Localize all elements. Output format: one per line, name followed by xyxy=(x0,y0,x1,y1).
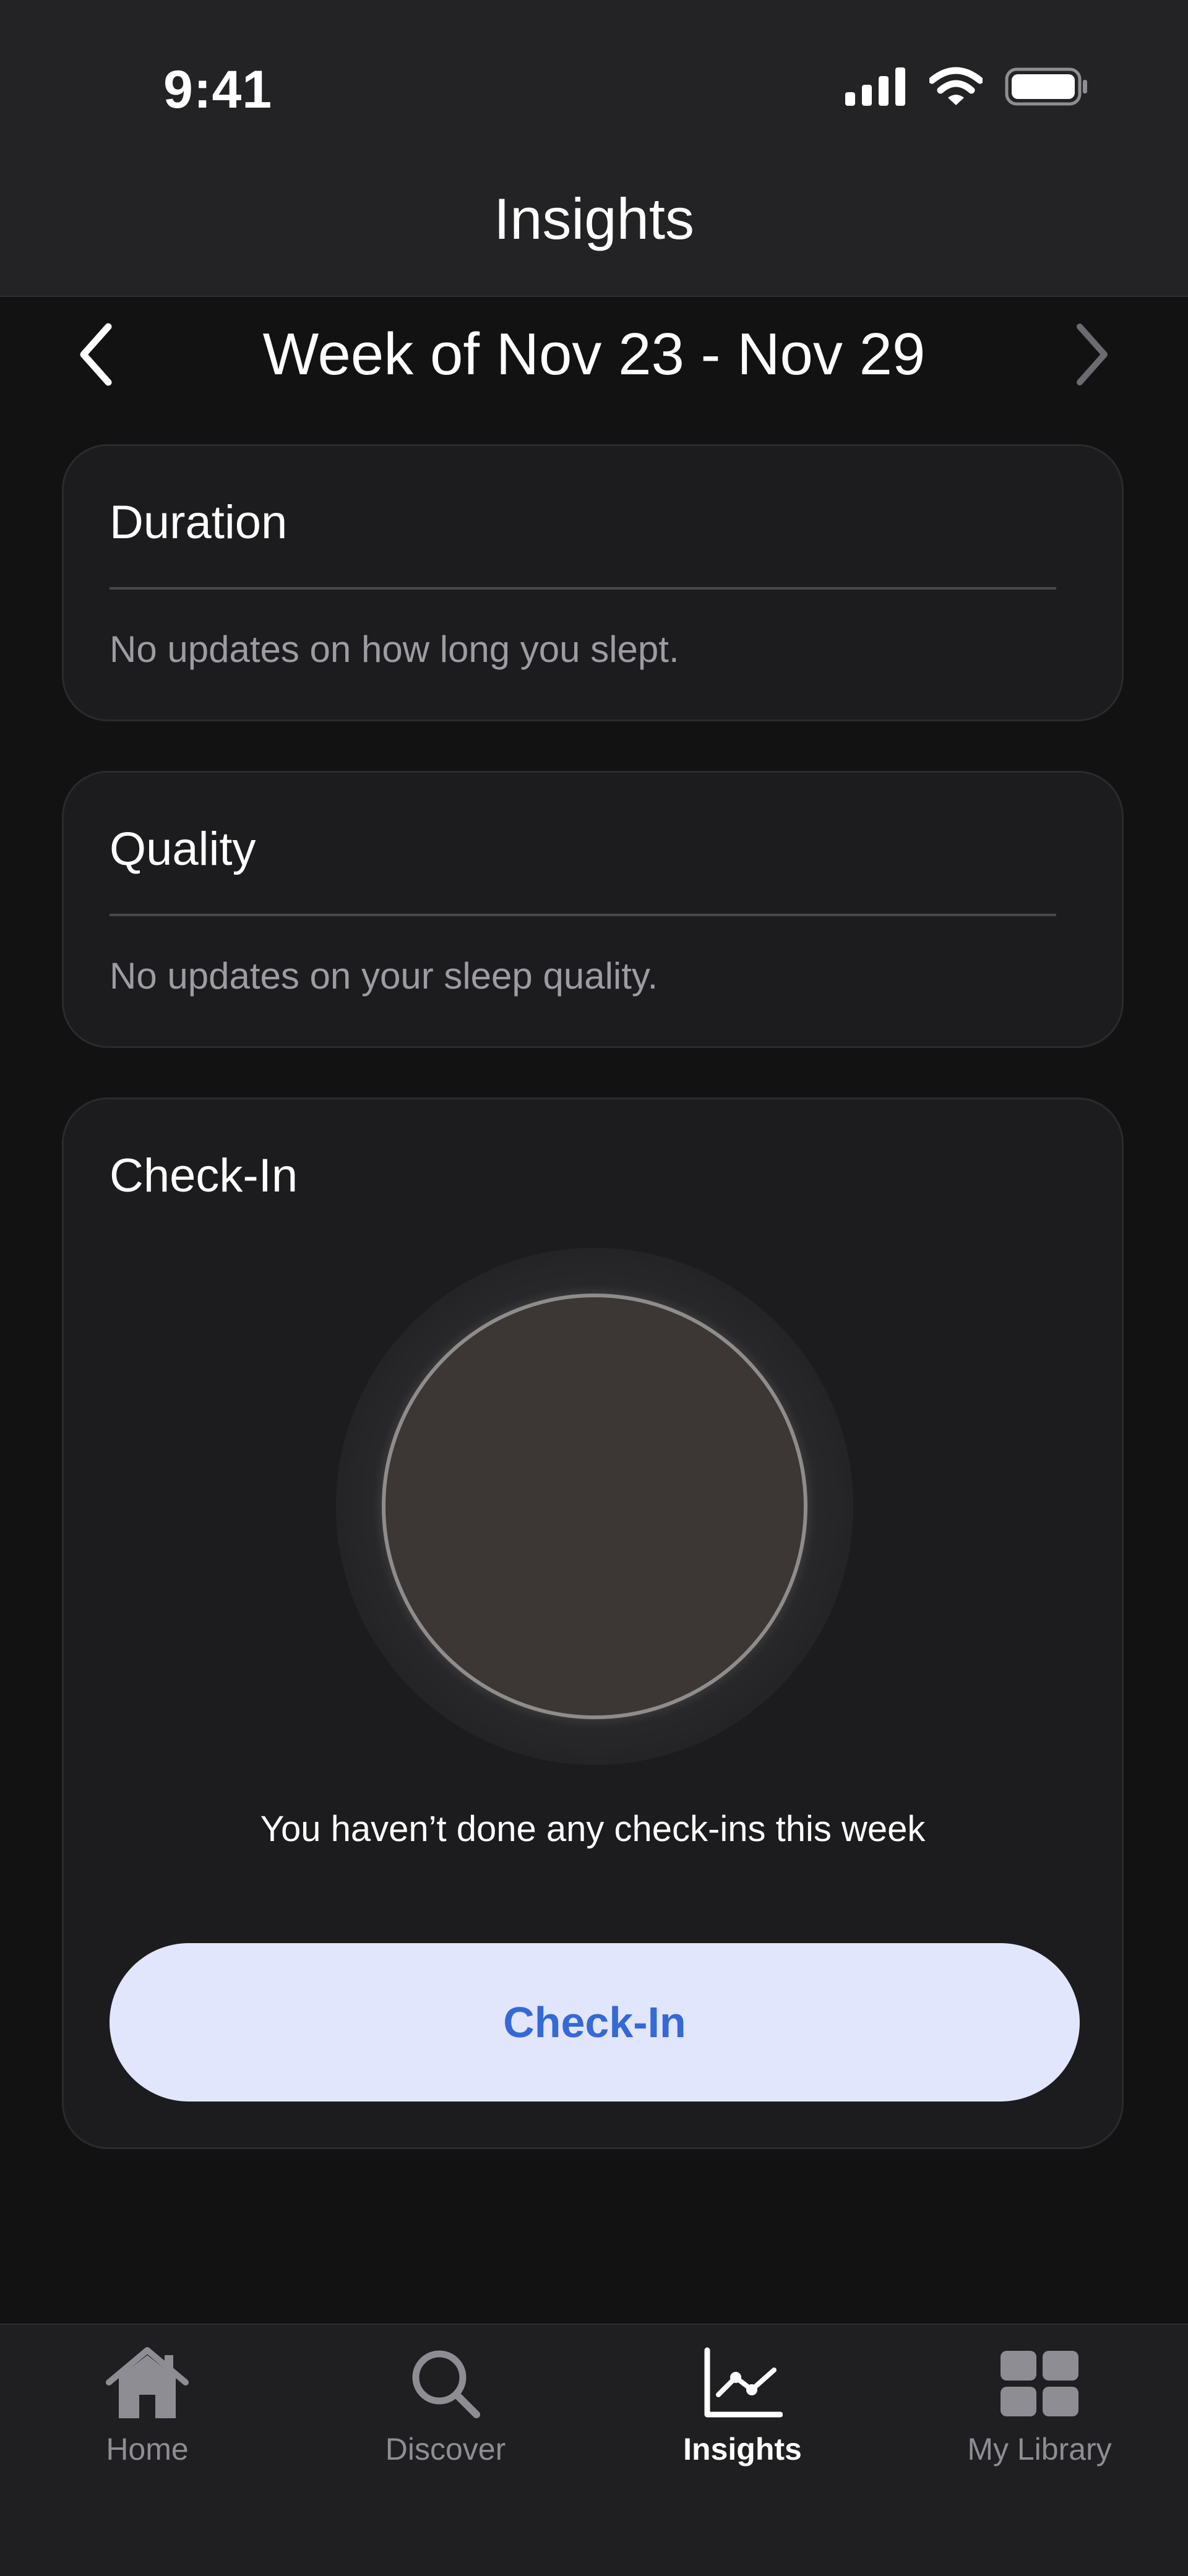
divider xyxy=(110,587,1056,590)
checkin-title: Check-In xyxy=(110,1149,298,1202)
next-week-button[interactable] xyxy=(1054,322,1129,390)
cellular-signal-icon xyxy=(845,67,907,109)
tab-label: Home xyxy=(106,2432,189,2467)
page-title: Insights xyxy=(494,186,694,251)
tab-label: My Library xyxy=(967,2432,1112,2467)
duration-card: Duration No updates on how long you slep… xyxy=(62,444,1124,721)
battery-icon xyxy=(1005,67,1089,109)
chart-line-icon xyxy=(696,2343,789,2424)
checkin-message: You haven’t done any check-ins this week xyxy=(260,1809,926,1849)
chevron-right-icon xyxy=(1070,320,1113,392)
tab-home[interactable]: Home xyxy=(24,2343,271,2492)
tab-my-library[interactable]: My Library xyxy=(916,2343,1163,2492)
search-icon xyxy=(399,2343,492,2424)
quality-title: Quality xyxy=(110,823,256,875)
divider xyxy=(110,914,1056,916)
week-navigator: Week of Nov 23 - Nov 29 xyxy=(0,309,1188,402)
duration-message: No updates on how long you slept. xyxy=(110,629,679,670)
week-label: Week of Nov 23 - Nov 29 xyxy=(262,321,926,387)
grid-icon xyxy=(993,2343,1086,2424)
wifi-icon xyxy=(928,67,984,109)
quality-message: No updates on your sleep quality. xyxy=(110,955,658,997)
tab-label: Insights xyxy=(683,2432,802,2467)
status-icons xyxy=(845,67,1089,109)
checkin-button[interactable]: Check-In xyxy=(110,1943,1080,2102)
status-time: 9:41 xyxy=(163,60,273,119)
tab-discover[interactable]: Discover xyxy=(322,2343,569,2492)
tab-label: Discover xyxy=(385,2432,506,2467)
checkin-mood-circle xyxy=(382,1294,807,1719)
duration-title: Duration xyxy=(110,496,288,549)
tab-insights[interactable]: Insights xyxy=(619,2343,866,2492)
tab-bar: Home Discover Insights My Library xyxy=(0,2324,1188,2576)
home-icon xyxy=(101,2343,194,2424)
checkin-card: Check-In You haven’t done any check-ins … xyxy=(62,1097,1124,2149)
header: 9:41 Insights xyxy=(0,0,1188,297)
quality-card: Quality No updates on your sleep quality… xyxy=(62,771,1124,1048)
